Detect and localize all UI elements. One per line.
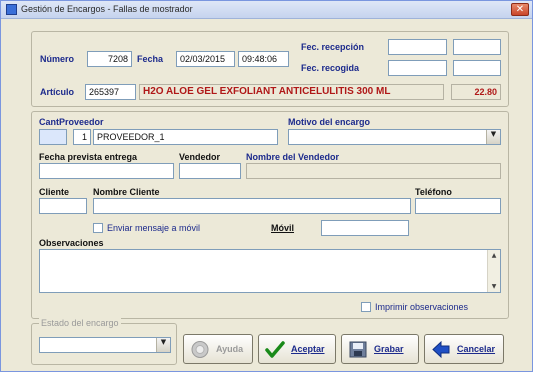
estado-select[interactable] [39,337,171,353]
title-bar[interactable]: Gestión de Encargos - Fallas de mostrado… [1,1,532,19]
fec-recogida-time-field[interactable] [453,60,501,76]
enviar-mensaje-checkbox[interactable] [93,223,103,233]
save-icon [349,341,367,358]
fecha-time-field[interactable]: 09:48:06 [238,51,289,67]
observaciones-label: Observaciones [39,238,104,248]
articulo-label: Artículo [40,87,75,97]
back-arrow-icon [432,340,450,359]
cancelar-button-label: Cancelar [457,344,496,354]
nombre-cliente-field[interactable] [93,198,411,214]
cancelar-button[interactable]: Cancelar [424,334,504,364]
articulo-description: H2O ALOE GEL EXFOLIANT ANTICELULITIS 300… [139,84,444,100]
fecha-label: Fecha [137,54,164,64]
nombre-vendedor-field [246,163,501,179]
enviar-mensaje-label: Enviar mensaje a móvil [107,223,201,233]
motivo-label: Motivo del encargo [288,117,371,127]
fec-recogida-date-field[interactable] [388,60,447,76]
chevron-down-icon[interactable]: ▼ [486,130,500,144]
scroll-down-icon[interactable]: ▼ [488,281,500,292]
close-button[interactable]: ✕ [511,3,529,16]
ayuda-button[interactable]: Ayuda [183,334,253,364]
articulo-price: 22.80 [451,84,501,100]
scroll-up-icon[interactable]: ▲ [488,250,500,261]
observaciones-textarea[interactable] [39,249,501,293]
movil-label: Móvil [271,223,295,233]
numero-field[interactable]: 7208 [87,51,132,67]
articulo-code-field[interactable]: 265397 [85,84,136,100]
vendedor-label: Vendedor [179,152,221,162]
encargos-window: Gestión de Encargos - Fallas de mostrado… [0,0,533,372]
movil-field[interactable] [321,220,409,236]
fec-recepcion-date-field[interactable] [388,39,447,55]
imprimir-observaciones-label: Imprimir observaciones [375,302,469,312]
help-icon [191,341,209,358]
nombre-vendedor-label: Nombre del Vendedor [246,152,340,162]
imprimir-observaciones-checkbox[interactable] [361,302,371,312]
fecha-date-field[interactable]: 02/03/2015 [176,51,235,67]
fec-recepcion-time-field[interactable] [453,39,501,55]
aceptar-button-label: Aceptar [291,344,325,354]
proveedor-label: Proveedor [59,117,104,127]
ayuda-button-label: Ayuda [216,344,244,354]
fecha-entrega-label: Fecha prevista entrega [39,152,138,162]
vendedor-field[interactable] [179,163,241,179]
fec-recogida-label: Fec. recogida [301,63,360,73]
numero-label: Número [40,54,75,64]
fec-recepcion-label: Fec. recepción [301,42,365,52]
observaciones-scrollbar[interactable]: ▲ ▼ [487,250,500,292]
telefono-field[interactable] [415,198,501,214]
proveedor-name-field[interactable]: PROVEEDOR_1 [93,129,278,145]
cliente-field[interactable] [39,198,87,214]
telefono-label: Teléfono [415,187,452,197]
grabar-button[interactable]: Grabar [341,334,419,364]
cantidad-field[interactable] [39,129,67,145]
grabar-button-label: Grabar [374,344,404,354]
app-icon [6,4,17,15]
cliente-label: Cliente [39,187,70,197]
nombre-cliente-label: Nombre Cliente [93,187,160,197]
check-icon [265,341,285,358]
aceptar-button[interactable]: Aceptar [258,334,336,364]
motivo-select[interactable] [288,129,501,145]
proveedor-code-field[interactable]: 1 [73,129,91,145]
cant-label: Cant [39,117,59,127]
estado-label: Estado del encargo [39,318,121,328]
fecha-entrega-field[interactable] [39,163,174,179]
chevron-down-icon[interactable]: ▼ [156,338,170,352]
window-title: Gestión de Encargos - Fallas de mostrado… [21,4,193,14]
